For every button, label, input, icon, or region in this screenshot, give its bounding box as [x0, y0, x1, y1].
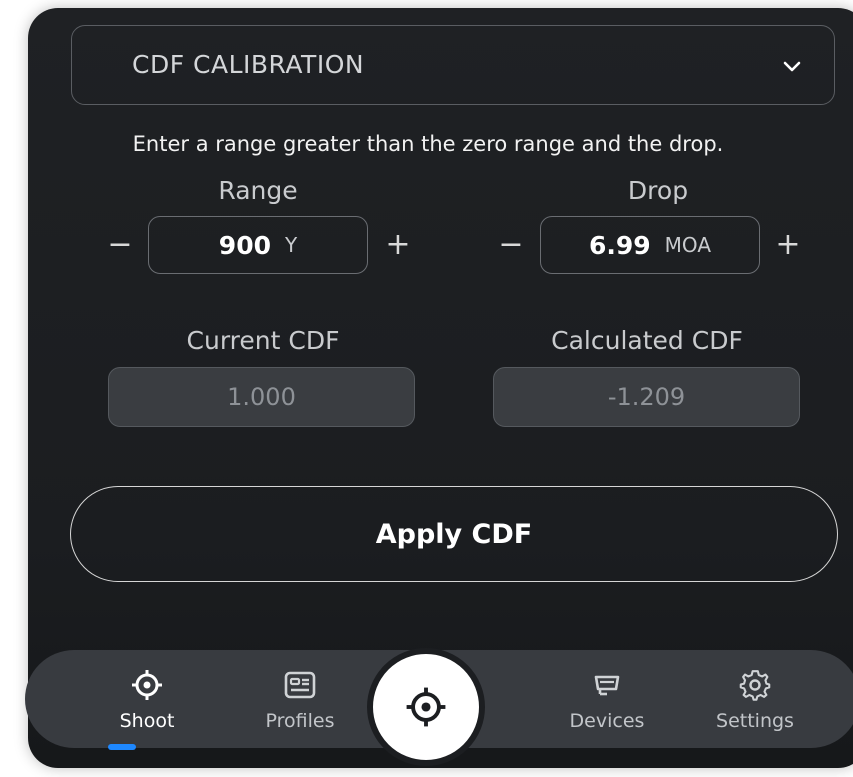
cdf-calibration-dropdown[interactable]: CDF CALIBRATION	[71, 25, 835, 105]
center-crosshair-button[interactable]	[367, 648, 485, 766]
instruction-text: Enter a range greater than the zero rang…	[132, 132, 724, 156]
range-unit: Y	[284, 233, 298, 257]
tab-profiles-label: Profiles	[265, 710, 335, 732]
apply-cdf-button[interactable]: Apply CDF	[70, 486, 838, 582]
calculated-cdf-field: -1.209	[493, 367, 800, 427]
tab-profiles[interactable]: Profiles	[250, 650, 350, 748]
chevron-down-icon	[783, 61, 801, 72]
tab-devices[interactable]: Devices	[557, 650, 657, 748]
range-title: Range	[218, 176, 298, 205]
tab-devices-label: Devices	[569, 710, 645, 732]
tab-shoot-label: Shoot	[119, 710, 175, 732]
tab-settings[interactable]: Settings	[703, 650, 807, 748]
drop-increment-button[interactable]: +	[773, 230, 803, 260]
device-icon	[594, 675, 620, 696]
drop-unit: MOA	[664, 233, 711, 257]
drop-title: Drop	[627, 176, 689, 205]
crosshair-icon	[406, 687, 446, 727]
current-cdf-field: 1.000	[108, 367, 415, 427]
dropdown-label: CDF CALIBRATION	[132, 50, 365, 79]
crosshair-icon	[132, 670, 162, 700]
tab-shoot[interactable]: Shoot	[107, 650, 187, 748]
drop-decrement-button[interactable]: −	[496, 230, 526, 260]
drop-value: 6.99	[588, 230, 651, 260]
range-value: 900	[218, 230, 271, 260]
gear-icon	[739, 670, 771, 701]
range-decrement-button[interactable]: −	[105, 230, 135, 260]
range-stepper[interactable]: 900 Y	[148, 216, 368, 274]
active-tab-indicator	[108, 744, 136, 750]
current-cdf-title: Current CDF	[186, 326, 340, 355]
range-increment-button[interactable]: +	[383, 230, 413, 260]
tab-settings-label: Settings	[716, 710, 794, 732]
profile-card-icon	[284, 671, 316, 699]
drop-stepper[interactable]: 6.99 MOA	[540, 216, 760, 274]
calculated-cdf-title: Calculated CDF	[551, 326, 743, 355]
